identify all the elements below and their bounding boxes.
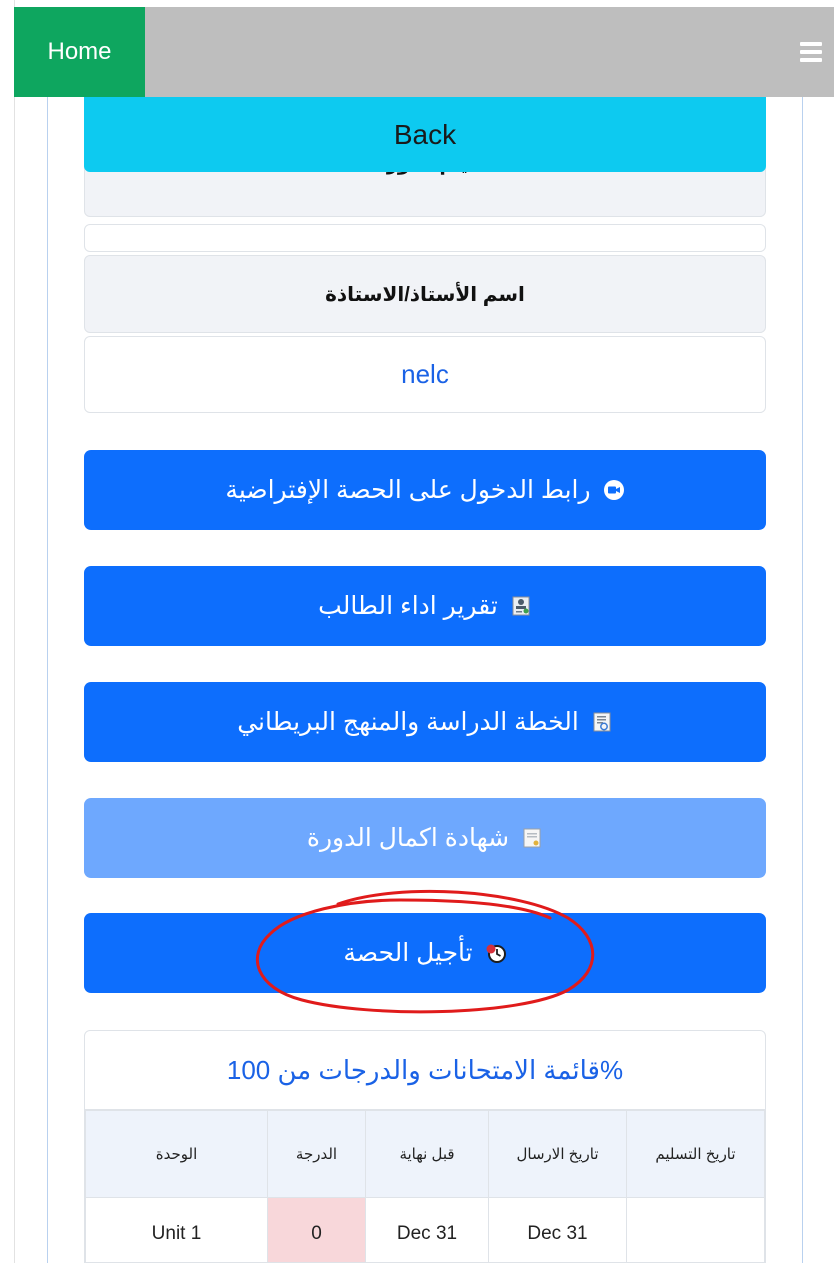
- course-days-value: [84, 224, 766, 252]
- cell-sent-date: Dec 31: [488, 1197, 627, 1262]
- curriculum-plan-button[interactable]: الخطة الدراسة والمنهج البريطاني: [84, 682, 766, 762]
- column-sent-date: تاريخ الارسال: [488, 1110, 627, 1198]
- cell-unit: Unit 1: [85, 1197, 268, 1262]
- table-row: Dec 31 Dec 31 0 Unit 1: [85, 1197, 765, 1262]
- exams-table: تاريخ التسليم تاريخ الارسال قبل نهاية ال…: [85, 1110, 765, 1262]
- cell-grade: 0: [267, 1197, 366, 1262]
- exams-card: قائمة الامتحانات والدرجات من 100% تاريخ …: [84, 1030, 766, 1263]
- student-report-button[interactable]: تقرير اداء الطالب: [84, 566, 766, 646]
- certificate-icon: [523, 828, 541, 848]
- teacher-name: nelc: [84, 336, 766, 413]
- left-panel-edge: [0, 0, 15, 1263]
- column-grade: الدرجة: [267, 1110, 366, 1198]
- home-button[interactable]: Home: [14, 7, 145, 97]
- exams-table-header: تاريخ التسليم تاريخ الارسال قبل نهاية ال…: [85, 1110, 765, 1198]
- exams-title: قائمة الامتحانات والدرجات من 100%: [85, 1031, 765, 1110]
- top-navbar: Home: [14, 7, 834, 97]
- column-unit: الوحدة: [85, 1110, 268, 1198]
- column-before-end: قبل نهاية: [365, 1110, 489, 1198]
- video-camera-icon: [603, 480, 624, 500]
- completion-certificate-label: شهادة اكمال الدورة: [306, 824, 510, 852]
- report-icon: [512, 596, 530, 616]
- cell-before-end: Dec 31: [365, 1197, 489, 1262]
- virtual-class-link-label: رابط الدخول على الحصة الإفتراضية: [225, 476, 591, 504]
- back-button[interactable]: Back: [84, 97, 766, 172]
- clock-icon: [486, 944, 506, 963]
- hamburger-icon[interactable]: [800, 42, 822, 62]
- curriculum-icon: [593, 712, 611, 732]
- cell-delivery-date: [626, 1197, 765, 1262]
- completion-certificate-button[interactable]: شهادة اكمال الدورة: [84, 798, 766, 878]
- postpone-class-button[interactable]: تأجيل الحصة: [84, 913, 766, 993]
- student-report-label: تقرير اداء الطالب: [318, 592, 498, 620]
- postpone-class-label: تأجيل الحصة: [343, 939, 473, 967]
- teacher-label: اسم الأستاذ/الاستاذة: [84, 255, 766, 333]
- column-delivery-date: تاريخ التسليم: [626, 1110, 765, 1198]
- curriculum-plan-label: الخطة الدراسة والمنهج البريطاني: [237, 708, 579, 736]
- virtual-class-link-button[interactable]: رابط الدخول على الحصة الإفتراضية: [84, 450, 766, 530]
